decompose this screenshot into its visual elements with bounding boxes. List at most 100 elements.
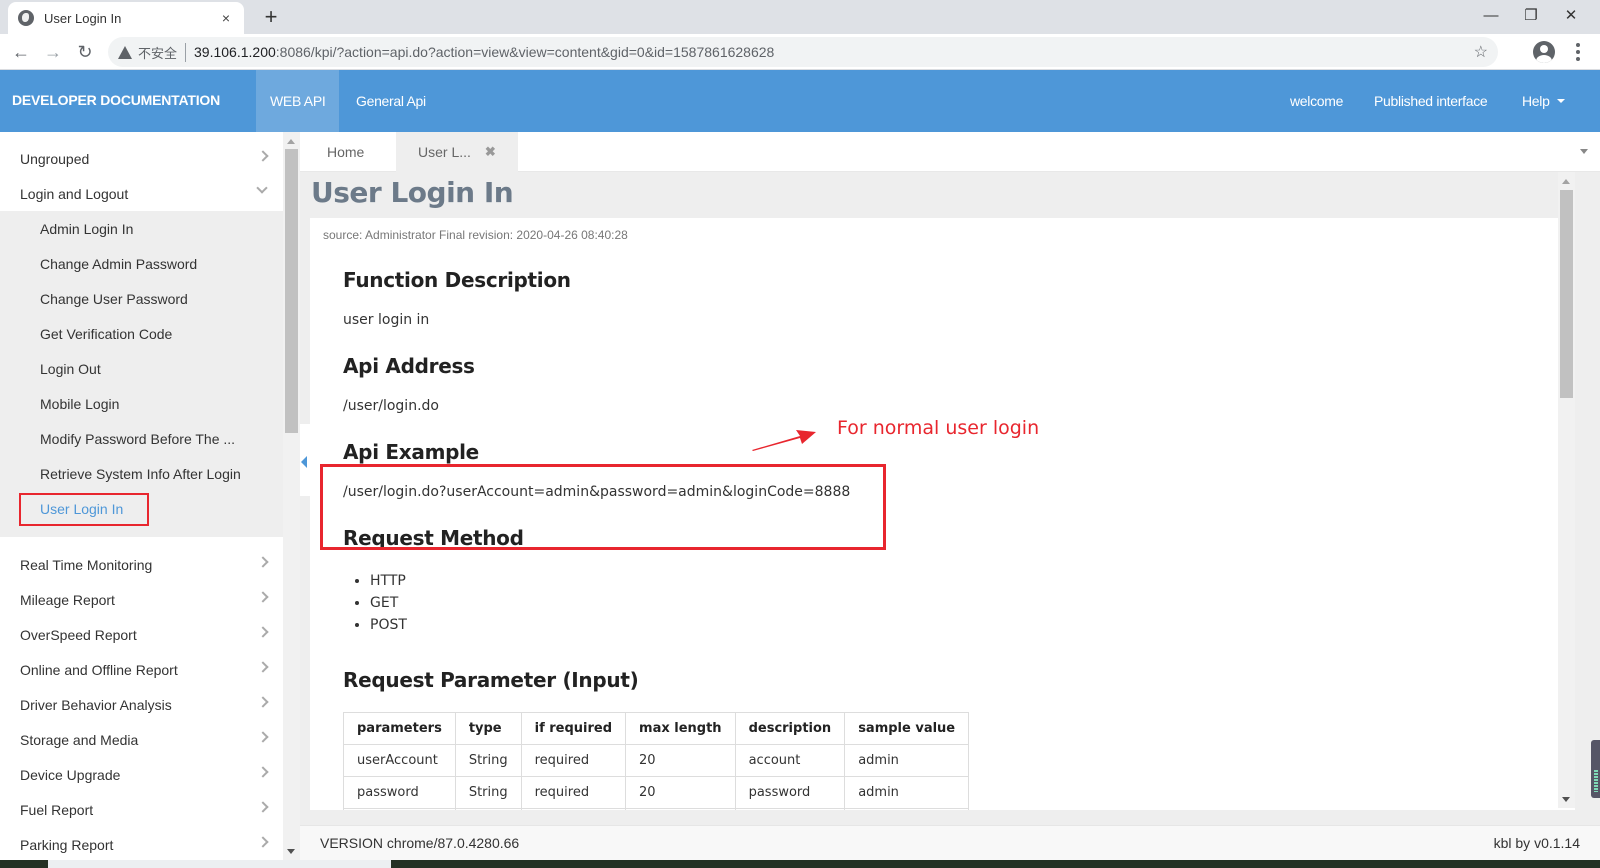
column-header: description — [734, 712, 846, 745]
heading-request-parameter: Request Parameter (Input) — [343, 668, 639, 692]
chevron-right-icon — [257, 591, 269, 603]
scroll-down-arrow-icon[interactable] — [1562, 797, 1570, 802]
tab-close-icon[interactable]: × — [218, 10, 234, 26]
sidebar-group-login-and-logout[interactable]: Login and Logout — [0, 176, 283, 211]
table-cell: String — [454, 744, 522, 777]
sidebar-group-device-upgrade[interactable]: Device Upgrade — [0, 757, 283, 792]
sidebar-item-user-login-in[interactable]: User Login In — [0, 491, 283, 526]
nav-help[interactable]: Help — [1508, 70, 1579, 132]
scroll-up-arrow-icon[interactable] — [1562, 179, 1570, 184]
annotation-arrow-icon — [752, 430, 816, 451]
warning-icon — [118, 45, 132, 59]
window-close-button[interactable]: ✕ — [1548, 0, 1594, 30]
security-label[interactable]: 不安全 — [138, 42, 187, 62]
chevron-down-icon — [256, 182, 268, 194]
scroll-up-arrow-icon[interactable] — [287, 139, 295, 144]
document-scrollbar[interactable] — [1558, 172, 1575, 808]
sidebar-group-real-time-monitoring[interactable]: Real Time Monitoring — [0, 547, 283, 582]
chevron-right-icon — [257, 150, 269, 162]
list-item: GET — [370, 592, 969, 614]
sidebar-group-label: Device Upgrade — [20, 766, 121, 783]
sidebar-group-driver-behavior-analysis[interactable]: Driver Behavior Analysis — [0, 687, 283, 722]
sidebar: Ungrouped Login and Logout Admin Login I… — [0, 132, 283, 860]
volume-meter-icon — [1591, 740, 1600, 798]
annotation-highlight-box — [19, 493, 149, 526]
sidebar-item-retrieve-system-info[interactable]: Retrieve System Info After Login — [0, 456, 283, 491]
sidebar-item-change-user-password[interactable]: Change User Password — [0, 281, 283, 316]
tab-user-login-in[interactable]: User L... ✖ — [396, 132, 518, 172]
revision-meta: source: Administrator Final revision: 20… — [323, 228, 628, 242]
new-tab-button[interactable]: + — [258, 4, 284, 30]
sidebar-item-mobile-login[interactable]: Mobile Login — [0, 386, 283, 421]
taskbar-item[interactable] — [48, 860, 391, 868]
heading-function-description: Function Description — [343, 268, 571, 292]
url-host: 39.106.1.200 — [194, 44, 276, 60]
tabs-dropdown-icon[interactable] — [1580, 149, 1588, 154]
sidebar-group-label: Parking Report — [20, 836, 114, 853]
browser-tab-title: User Login In — [44, 10, 122, 26]
main-panel: Home User L... ✖ User Login In source: A… — [300, 132, 1600, 860]
sidebar-item-login-out[interactable]: Login Out — [0, 351, 283, 386]
params-table: parameters type if required max length d… — [343, 712, 970, 810]
nav-published-interface[interactable]: Published interface — [1360, 70, 1501, 132]
sidebar-item-get-verification-code[interactable]: Get Verification Code — [0, 316, 283, 351]
request-method-list: HTTP GET POST — [370, 570, 969, 636]
sidebar-group-mileage-report[interactable]: Mileage Report — [0, 582, 283, 617]
bookmark-star-icon[interactable]: ☆ — [1474, 42, 1488, 62]
sidebar-group-label: Online and Offline Report — [20, 661, 178, 678]
chevron-right-icon — [257, 801, 269, 813]
table-cell: admin — [844, 744, 970, 777]
table-cell: admin — [844, 776, 970, 809]
chevron-right-icon — [257, 731, 269, 743]
sidebar-group-ungrouped[interactable]: Ungrouped — [0, 141, 283, 176]
sidebar-group-online-offline-report[interactable]: Online and Offline Report — [0, 652, 283, 687]
profile-avatar-icon[interactable] — [1533, 41, 1555, 63]
chevron-right-icon — [257, 661, 269, 673]
heading-api-address: Api Address — [343, 354, 475, 378]
browser-tab[interactable]: User Login In × — [8, 2, 244, 34]
os-taskbar — [0, 860, 1600, 868]
scroll-down-arrow-icon[interactable] — [287, 849, 295, 854]
tab-close-icon[interactable]: ✖ — [485, 144, 496, 160]
nav-web-api[interactable]: WEB API — [256, 70, 340, 132]
credit-label: kbl by v0.1.14 — [1493, 835, 1580, 851]
sidebar-group-storage-and-media[interactable]: Storage and Media — [0, 722, 283, 757]
table-row: password String required 20 password adm… — [343, 776, 970, 809]
app-header: DEVELOPER DOCUMENTATION WEB API General … — [0, 70, 1600, 132]
nav-general-api[interactable]: General Api — [342, 70, 440, 132]
brand-title[interactable]: DEVELOPER DOCUMENTATION — [12, 92, 220, 108]
nav-welcome[interactable]: welcome — [1276, 70, 1357, 132]
sidebar-group-overspeed-report[interactable]: OverSpeed Report — [0, 617, 283, 652]
address-bar-row: ← → ↻ 不安全 39.106.1.200:8086/kpi/?action=… — [0, 34, 1600, 70]
table-cell: 20 — [625, 744, 736, 777]
sidebar-group-parking-report[interactable]: Parking Report — [0, 827, 283, 860]
sidebar-scrollbar[interactable] — [283, 132, 300, 860]
sidebar-group-label: Ungrouped — [20, 150, 90, 167]
forward-button[interactable]: → — [41, 40, 65, 64]
sidebar-collapse-handle[interactable] — [300, 424, 310, 496]
sidebar-group-label: Driver Behavior Analysis — [20, 696, 172, 713]
sidebar-item-change-admin-password[interactable]: Change Admin Password — [0, 246, 283, 281]
url-input[interactable]: 不安全 39.106.1.200:8086/kpi/?action=api.do… — [108, 37, 1498, 67]
globe-icon — [18, 10, 34, 26]
scrollbar-thumb[interactable] — [1560, 190, 1573, 398]
column-header: type — [454, 712, 522, 745]
table-row — [343, 808, 970, 810]
sidebar-group-label: Mileage Report — [20, 591, 115, 608]
version-label: VERSION chrome/87.0.4280.66 — [320, 835, 520, 851]
sidebar-item-admin-login-in[interactable]: Admin Login In — [0, 211, 283, 246]
scrollbar-thumb[interactable] — [285, 149, 298, 433]
sidebar-item-modify-password[interactable]: Modify Password Before The ... — [0, 421, 283, 456]
chevron-right-icon — [257, 836, 269, 848]
document-body: source: Administrator Final revision: 20… — [310, 218, 1575, 810]
sidebar-group-fuel-report[interactable]: Fuel Report — [0, 792, 283, 827]
table-header-row: parameters type if required max length d… — [343, 712, 970, 745]
sidebar-submenu: Admin Login In Change Admin Password Cha… — [0, 211, 283, 537]
tab-home[interactable]: Home — [305, 132, 386, 172]
browser-menu-icon[interactable] — [1576, 43, 1580, 61]
table-cell: String — [454, 776, 522, 809]
reload-button[interactable]: ↻ — [73, 40, 97, 64]
list-item: POST — [370, 614, 969, 636]
table-cell: required — [520, 744, 627, 777]
back-button[interactable]: ← — [9, 40, 33, 64]
